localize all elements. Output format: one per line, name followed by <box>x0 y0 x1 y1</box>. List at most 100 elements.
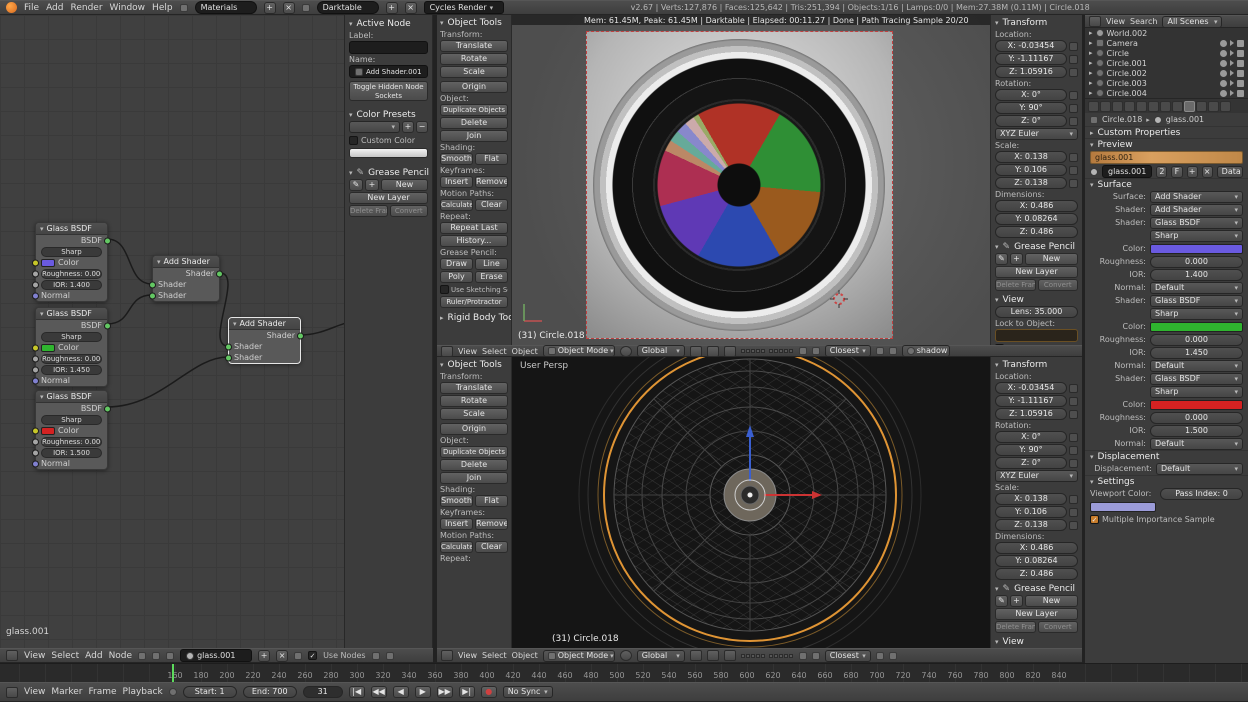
mode-dropdown[interactable]: Object Mode▾ <box>543 650 615 662</box>
grease-pencil-header[interactable]: ▾✎Grease Pencil <box>349 167 428 179</box>
material-datablock-selector[interactable]: glass.001 <box>180 649 252 662</box>
viewport-shading-icon[interactable] <box>620 346 632 357</box>
rotation-mode-dropdown[interactable]: XYZ Euler▾ <box>995 470 1078 482</box>
scale-y-field[interactable]: Y: 0.106 <box>995 506 1067 518</box>
gp-new-layer-button[interactable]: New Layer <box>995 608 1078 620</box>
node-header[interactable]: ▾Add Shader <box>153 256 219 268</box>
color-input-socket[interactable] <box>32 344 39 351</box>
gp-delete-frame-button[interactable]: Delete Frame <box>349 205 388 217</box>
start-frame-field[interactable]: Start: 1 <box>183 686 237 698</box>
delete-button[interactable]: Delete <box>440 459 508 471</box>
node-header[interactable]: ▾Add Shader <box>229 318 300 330</box>
pin-icon[interactable] <box>294 652 302 660</box>
gp-add-icon[interactable]: + <box>1010 253 1023 265</box>
color-row[interactable]: Color <box>36 425 107 436</box>
custom-color-checkbox[interactable] <box>349 136 358 145</box>
glass-bsdf-node-2[interactable]: ▾Glass BSDF BSDF Sharp Color Roughness: … <box>35 307 108 387</box>
translate-button[interactable]: Translate <box>440 382 508 394</box>
roughness-input-socket[interactable] <box>32 355 39 362</box>
displacement-panel-header[interactable]: ▾Displacement <box>1085 450 1248 462</box>
node-header[interactable]: ▾Glass BSDF <box>36 308 107 320</box>
manipulator-scale-icon[interactable] <box>724 650 736 661</box>
duplicate-objects-button[interactable]: Duplicate Objects <box>440 446 508 458</box>
material-add-button[interactable]: + <box>1187 166 1198 178</box>
renderable-icon[interactable] <box>1237 70 1244 77</box>
calculate-button[interactable]: Calculate <box>440 541 473 553</box>
shader-input-socket[interactable] <box>225 354 232 361</box>
node-header[interactable]: ▾Glass BSDF <box>36 391 107 403</box>
roughness-slider[interactable]: Roughness: 0.000 <box>41 354 102 364</box>
orientation-dropdown[interactable]: Global▾ <box>637 650 685 662</box>
timeline-frame-menu[interactable]: Frame <box>88 687 116 697</box>
expand-icon[interactable]: ▸ <box>1089 59 1093 67</box>
clear-button[interactable]: Clear <box>475 199 508 211</box>
gp-draw-icon[interactable]: ✎ <box>995 253 1008 265</box>
expand-icon[interactable]: ▸ <box>1089 39 1093 47</box>
roughness-slider[interactable]: 0.000 <box>1150 412 1243 424</box>
expand-icon[interactable]: ▸ <box>1089 29 1093 37</box>
scale-x-field[interactable]: X: 0.138 <box>995 151 1067 163</box>
link-source-dropdown[interactable]: Data <box>1217 166 1243 178</box>
remove-keyframe-button[interactable]: Remove <box>475 518 508 530</box>
play-button[interactable]: ▶ <box>415 686 431 698</box>
renderable-icon[interactable] <box>1237 90 1244 97</box>
snap-magnet-icon[interactable] <box>812 347 820 355</box>
node-name-input[interactable]: Add Shader.001 <box>349 65 428 78</box>
renderable-icon[interactable] <box>1237 40 1244 47</box>
tab-particles[interactable] <box>1208 101 1219 112</box>
lock-icon[interactable] <box>1069 104 1078 113</box>
tab-object[interactable] <box>1136 101 1147 112</box>
display-mode-dropdown[interactable]: All Scenes▾ <box>1162 16 1222 28</box>
play-reverse-button[interactable]: ◀ <box>393 686 409 698</box>
renderable-icon[interactable] <box>1237 80 1244 87</box>
editor-type-icon[interactable] <box>441 346 453 357</box>
normal-dropdown[interactable]: Default▾ <box>1150 360 1243 372</box>
dimension-y-field[interactable]: Y: 0.08264 <box>995 213 1078 225</box>
tab-physics[interactable] <box>1220 101 1231 112</box>
grease-pencil-header[interactable]: ▾✎Grease Pencil <box>995 583 1078 595</box>
menu-file[interactable]: File <box>24 3 39 13</box>
shader-dropdown[interactable]: Glass BSDF▾ <box>1150 295 1243 307</box>
end-frame-field[interactable]: End: 700 <box>243 686 297 698</box>
selectable-icon[interactable] <box>1230 60 1234 66</box>
preview-header[interactable]: ▾Preview <box>1085 138 1248 150</box>
gp-line-button[interactable]: Line <box>475 258 508 270</box>
insert-keyframe-button[interactable]: Insert <box>440 518 473 530</box>
shader-input-socket[interactable] <box>149 281 156 288</box>
tab-world[interactable] <box>1124 101 1135 112</box>
ior-row[interactable]: IOR: 1.400 <box>36 279 107 290</box>
hide-icon[interactable] <box>1220 70 1227 77</box>
roughness-row[interactable]: Roughness: 0.000 <box>36 353 107 364</box>
datablock-unlink-button[interactable]: × <box>276 650 288 662</box>
surface-shader-dropdown[interactable]: Add Shader▾ <box>1150 191 1243 203</box>
layer-buttons[interactable] <box>741 651 794 661</box>
material-name-field[interactable]: glass.001 <box>1102 165 1152 178</box>
scene-add-button[interactable]: + <box>386 2 398 14</box>
location-z-field[interactable]: Z: 1.05916 <box>995 408 1067 420</box>
gp-new-layer-button[interactable]: New Layer <box>995 266 1078 278</box>
dimension-z-field[interactable]: Z: 0.486 <box>995 568 1078 580</box>
hide-icon[interactable] <box>1220 90 1227 97</box>
view-menu[interactable]: View <box>458 347 477 356</box>
mis-checkbox[interactable]: ✓ <box>1090 515 1099 524</box>
scale-x-field[interactable]: X: 0.138 <box>995 493 1067 505</box>
calculate-button[interactable]: Calculate <box>440 199 473 211</box>
ior-row[interactable]: IOR: 1.450 <box>36 364 107 375</box>
select-menu[interactable]: Select <box>482 347 507 356</box>
snap-magnet-icon[interactable] <box>812 652 820 660</box>
lock-icon[interactable] <box>1069 153 1078 162</box>
repeat-last-button[interactable]: Repeat Last <box>440 222 508 234</box>
lock-icon[interactable] <box>1069 446 1078 455</box>
surface-panel-header[interactable]: ▾Surface <box>1085 178 1248 190</box>
layer-buttons[interactable] <box>741 346 794 356</box>
scale-button[interactable]: Scale <box>440 408 508 420</box>
object-menu[interactable]: Object <box>512 347 538 356</box>
bsdf-output-socket[interactable] <box>104 237 111 244</box>
hide-icon[interactable] <box>1220 40 1227 47</box>
shader-input-socket[interactable] <box>149 292 156 299</box>
grease-pencil-header[interactable]: ▾✎Grease Pencil <box>995 241 1078 253</box>
scale-z-field[interactable]: Z: 0.138 <box>995 177 1067 189</box>
editor-type-icon[interactable] <box>441 650 453 661</box>
settings-panel-header[interactable]: ▾Settings <box>1085 475 1248 487</box>
ruler-protractor-button[interactable]: Ruler/Protractor <box>440 296 508 308</box>
